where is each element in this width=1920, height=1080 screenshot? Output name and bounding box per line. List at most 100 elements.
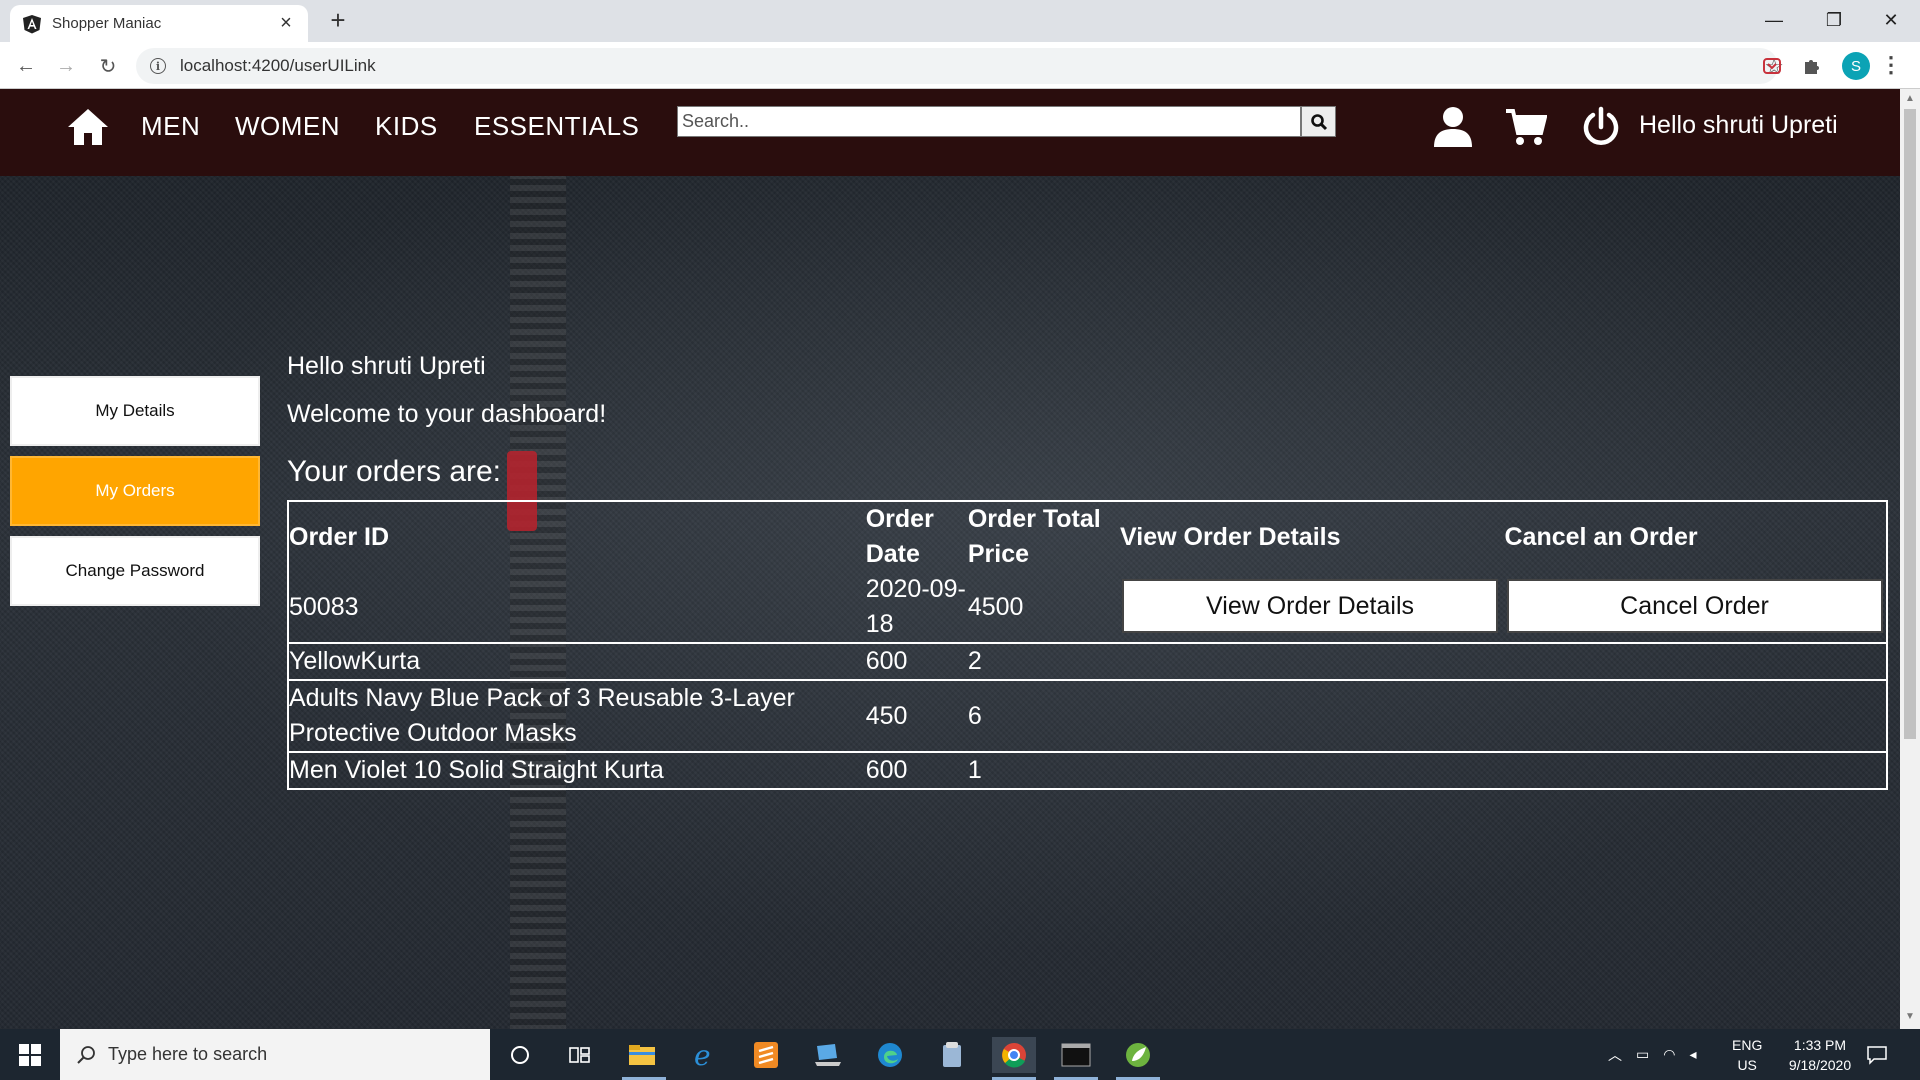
scroll-down-icon[interactable]: ▼ (1905, 1011, 1915, 1022)
table-row: Men Violet 10 Solid Straight Kurta 600 1 (288, 751, 1887, 789)
new-tab-button[interactable]: + (323, 5, 353, 36)
nav-link-men[interactable]: MEN (141, 111, 200, 142)
item-qty: 6 (967, 679, 1121, 752)
sidebar-item-my-details[interactable]: My Details (10, 376, 260, 446)
view-order-details-button[interactable]: View Order Details (1122, 579, 1499, 633)
notification-icon[interactable] (1866, 1029, 1888, 1080)
header-order-total: Order Total Price (967, 505, 1101, 568)
site-navbar: MEN WOMEN KIDS ESSENTIALS Search.. Hello… (0, 89, 1900, 176)
item-price: 600 (865, 751, 968, 789)
volume-icon[interactable]: ◂ (1689, 1046, 1696, 1063)
nav-link-essentials[interactable]: ESSENTIALS (474, 111, 639, 142)
item-name: Adults Navy Blue Pack of 3 Reusable 3-La… (288, 679, 866, 752)
chrome-icon[interactable] (992, 1037, 1036, 1073)
table-row: Adults Navy Blue Pack of 3 Reusable 3-La… (288, 679, 1887, 752)
item-name: YellowKurta (288, 642, 866, 680)
spring-tool-icon[interactable] (1120, 1037, 1156, 1073)
page-viewport: MEN WOMEN KIDS ESSENTIALS Search.. Hello… (0, 89, 1900, 1029)
wifi-icon[interactable]: ◠ (1663, 1046, 1675, 1063)
window-close-icon[interactable]: ✕ (1862, 0, 1920, 40)
nav-link-women[interactable]: WOMEN (235, 111, 340, 142)
minimize-icon[interactable]: — (1745, 0, 1803, 40)
item-qty: 1 (967, 751, 1121, 789)
url-text: localhost:4200/userUILink (180, 56, 376, 75)
clock[interactable]: 1:33 PM 9/18/2020 (1775, 1029, 1865, 1080)
url-field[interactable]: i localhost:4200/userUILink (136, 48, 1778, 84)
internet-explorer-icon[interactable]: e (686, 1037, 722, 1073)
order-total: 4500 (967, 592, 1024, 621)
sublime-text-icon[interactable] (748, 1037, 784, 1073)
address-bar: ← → ↻ i localhost:4200/userUILink ☆ S ⋮ (0, 42, 1920, 89)
extension-pocket-icon[interactable] (1760, 54, 1784, 78)
maximize-icon[interactable]: ❐ (1805, 0, 1863, 40)
orders-heading: Your orders are: (287, 455, 502, 488)
nav-link-kids[interactable]: KIDS (375, 111, 438, 142)
power-logout-icon[interactable] (1580, 105, 1622, 149)
empty-cell (1120, 642, 1887, 680)
page-scrollbar[interactable]: ▲ ▼ (1900, 89, 1920, 1029)
close-icon[interactable]: × (276, 12, 296, 35)
taskbar-search-input[interactable]: Type here to search (60, 1029, 490, 1080)
terminal-icon[interactable] (1058, 1037, 1094, 1073)
svg-text:e: e (694, 1041, 711, 1069)
header-order-date: Order Date (865, 505, 934, 568)
sidebar-item-my-orders[interactable]: My Orders (10, 456, 260, 526)
back-icon[interactable]: ← (10, 50, 42, 82)
cancel-order-button[interactable]: Cancel Order (1506, 579, 1883, 633)
battery-icon[interactable]: ▭ (1636, 1046, 1649, 1063)
tray-icons[interactable]: ︿ ▭ ◠ ◂ (1608, 1029, 1696, 1080)
search-icon (1310, 113, 1327, 130)
dashboard-hello: Hello shruti Upreti (287, 352, 486, 380)
cortana-icon[interactable] (502, 1037, 538, 1073)
edge-icon[interactable] (872, 1037, 908, 1073)
user-icon[interactable] (1432, 105, 1474, 149)
table-row: YellowKurta 600 2 (288, 642, 1887, 680)
order-row: 50083 2020-09-18 4500 View Order Details… (288, 572, 1887, 643)
browser-menu-icon[interactable]: ⋮ (1880, 52, 1902, 78)
chevron-up-icon[interactable]: ︿ (1608, 1045, 1622, 1065)
item-qty: 2 (967, 642, 1121, 680)
taskbar-search-placeholder: Type here to search (108, 1044, 268, 1064)
windows-taskbar: Type here to search e ︿ ▭ ◠ ◂ ENG US 1:3… (0, 1029, 1920, 1080)
language-indicator[interactable]: ENG US (1732, 1029, 1762, 1080)
item-price: 450 (865, 679, 968, 752)
empty-cell (1120, 679, 1887, 752)
table-header-row: Order ID Order Date Order Total Price Vi… (288, 501, 1887, 572)
dashboard-welcome: Welcome to your dashboard! (287, 400, 607, 428)
scroll-up-icon[interactable]: ▲ (1905, 93, 1915, 104)
sidebar-item-change-password[interactable]: Change Password (10, 536, 260, 606)
forward-icon[interactable]: → (50, 50, 82, 82)
header-view-details: View Order Details (1120, 522, 1341, 551)
search-input[interactable]: Search.. (677, 106, 1301, 137)
task-view-icon[interactable] (562, 1037, 598, 1073)
orders-table: Order ID Order Date Order Total Price Vi… (287, 500, 1888, 790)
reload-icon[interactable]: ↻ (92, 50, 124, 82)
laptop-app-icon[interactable] (810, 1037, 846, 1073)
order-date: 2020-09-18 (865, 575, 966, 638)
browser-tab-strip: Shopper Maniac × + — ❐ ✕ (0, 0, 1920, 42)
item-price: 600 (865, 642, 968, 680)
notepad-app-icon[interactable] (934, 1037, 970, 1073)
info-icon[interactable]: i (150, 58, 166, 74)
region-code: US (1737, 1056, 1757, 1073)
language-code: ENG (1732, 1036, 1763, 1053)
user-greeting: Hello shruti Upreti (1639, 111, 1838, 139)
search-icon (77, 1045, 95, 1064)
extensions-puzzle-icon[interactable] (1800, 54, 1824, 78)
home-icon[interactable] (66, 105, 110, 149)
angular-icon (23, 14, 41, 33)
empty-cell (1120, 751, 1887, 789)
search-button[interactable] (1301, 106, 1336, 137)
profile-avatar[interactable]: S (1842, 52, 1870, 80)
view-cell: View Order Details (1120, 572, 1504, 643)
file-explorer-icon[interactable] (624, 1037, 660, 1073)
clock-time: 1:33 PM (1793, 1036, 1847, 1053)
header-order-id: Order ID (289, 522, 390, 551)
order-id: 50083 (289, 592, 359, 621)
tab-title: Shopper Maniac (52, 15, 162, 32)
header-cancel-order: Cancel an Order (1504, 522, 1698, 551)
scroll-thumb[interactable] (1904, 109, 1916, 739)
windows-start-icon[interactable] (0, 1029, 60, 1080)
cart-icon[interactable] (1505, 105, 1547, 149)
browser-tab[interactable]: Shopper Maniac × (10, 5, 308, 42)
